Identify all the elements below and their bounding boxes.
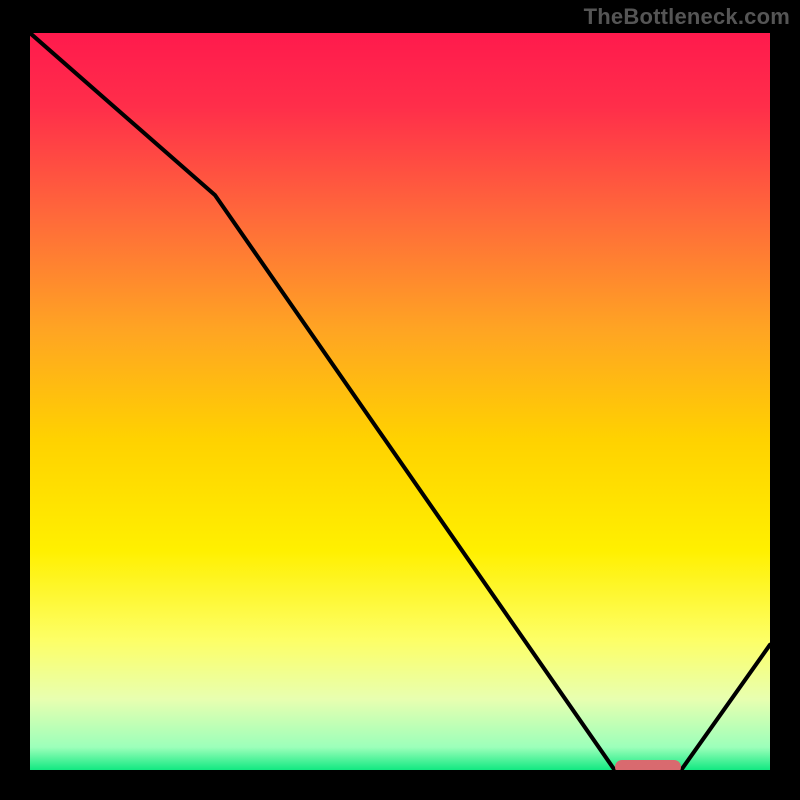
- canvas: TheBottleneck.com: [0, 0, 800, 800]
- watermark-text: TheBottleneck.com: [584, 4, 790, 30]
- valley-marker: [615, 760, 682, 773]
- bottleneck-curve: [30, 33, 770, 770]
- curve-polyline: [30, 33, 770, 770]
- plot-frame: [27, 30, 773, 773]
